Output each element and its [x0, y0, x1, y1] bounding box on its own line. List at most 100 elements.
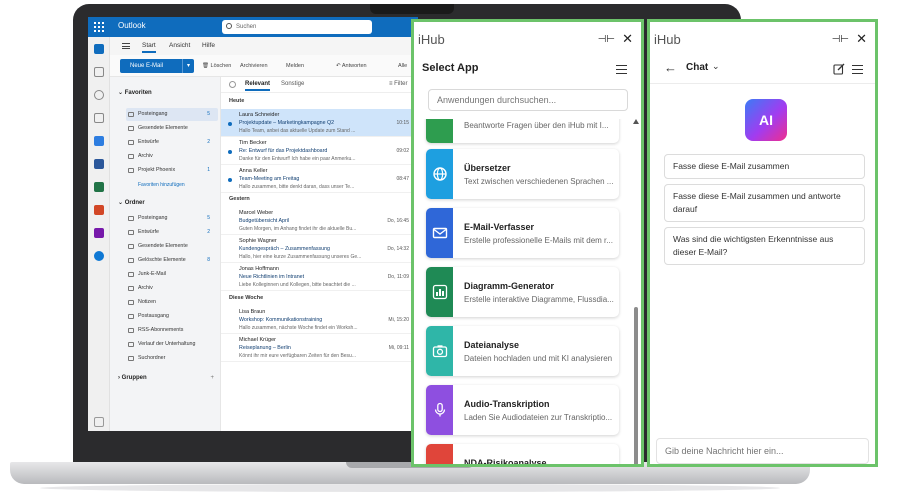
folder-item[interactable]: Verlauf der Unterhaltung [126, 338, 218, 351]
app-card-ihub-assistant[interactable]: Beantworte Fragen über den iHub mit I... [426, 119, 619, 143]
folder-item[interactable]: Postausgang [126, 310, 218, 323]
close-icon[interactable]: ✕ [622, 31, 633, 47]
new-mail-button[interactable]: Neue E-Mail ▾ [120, 59, 194, 73]
folder-item[interactable]: Gesendete Elemente [126, 240, 218, 253]
groups-header[interactable]: › Gruppen + [118, 375, 214, 381]
app-card-translator[interactable]: Übersetzer Text zwischen verschiedenen S… [426, 149, 619, 199]
tab-start[interactable]: Start [142, 42, 156, 53]
tab-sonstige[interactable]: Sonstige [281, 81, 304, 87]
chat-message-input[interactable] [656, 438, 869, 464]
attachment-icon[interactable] [94, 113, 104, 123]
excel-icon[interactable] [94, 182, 104, 192]
delete-button[interactable]: 🗑 Löschen [202, 63, 231, 69]
scrollbar-thumb[interactable] [634, 307, 638, 464]
message-preview: Hallo zusammen, nächste Woche findet ein… [239, 325, 358, 331]
app-card-nda-risk-analysis[interactable]: NDA-Risikoanalyse [426, 444, 619, 464]
mail-icon[interactable] [94, 44, 104, 54]
powerpoint-icon[interactable] [94, 205, 104, 215]
app-launcher-icon[interactable] [94, 22, 104, 32]
chevron-down-icon[interactable]: ▾ [182, 59, 194, 73]
suggestion-summarize-reply[interactable]: Fasse diese E-Mail zusammen und antworte… [664, 184, 865, 222]
laptop-shadow [40, 484, 780, 492]
message-sender: Sophie Wagner [239, 238, 277, 244]
app-card-file-analysis[interactable]: Dateianalyse Dateien hochladen und mit K… [426, 326, 619, 376]
outlook-search-box[interactable]: Suchen [222, 20, 372, 34]
suggestion-summarize[interactable]: Fasse diese E-Mail zusammen [664, 154, 865, 179]
favorite-item[interactable]: Gesendete Elemente [126, 122, 218, 135]
app-list-scrollbar[interactable] [631, 119, 641, 464]
folder-item[interactable]: Junk-E-Mail [126, 268, 218, 281]
message-sender: Tim Becker [239, 140, 267, 146]
add-group-icon[interactable]: + [210, 375, 214, 381]
hamburger-menu-icon[interactable] [122, 43, 130, 49]
calendar-icon[interactable] [94, 67, 104, 77]
edit-icon[interactable] [833, 62, 845, 75]
list-item[interactable]: Michael Krüger Reiseplanung – Berlin Mi, 0… [221, 334, 418, 362]
filter-button[interactable]: ≡ Filter [389, 81, 408, 87]
menu-icon[interactable] [852, 65, 863, 74]
reply-button[interactable]: ↶ Antworten [336, 63, 367, 69]
favorite-item[interactable]: Entwürfe 2 [126, 136, 218, 149]
stage: Outlook Suchen Start Ansicht Hilfe Neue … [0, 0, 900, 500]
message-list-tabs: Relevant Sonstige ≡ Filter [221, 77, 418, 93]
list-item[interactable]: Jonas Hoffmann Neue Richtlinien im Intran… [221, 263, 418, 291]
folders-header-label: Ordner [124, 200, 145, 206]
close-icon[interactable]: ✕ [856, 31, 867, 47]
app-card-diagram-generator[interactable]: Diagramm-Generator Erstelle interaktive … [426, 267, 619, 317]
onenote-icon[interactable] [94, 228, 104, 238]
word-icon[interactable] [94, 159, 104, 169]
folder-item[interactable]: Entwürfe 2 [126, 226, 218, 239]
people-icon[interactable] [94, 90, 104, 100]
favorite-item[interactable]: Posteingang 5 [126, 108, 218, 121]
list-item[interactable]: Lisa Braun Workshop: Kommunikationstraini… [221, 306, 418, 334]
list-item[interactable]: Laura Schneider Projektupdate – Marketing… [221, 109, 418, 137]
archive-icon [128, 154, 134, 159]
suggestion-key-insights[interactable]: Was sind die wichtigsten Erkenntnisse au… [664, 227, 865, 265]
archive-button[interactable]: Archivieren [240, 63, 268, 69]
favorite-item[interactable]: Projekt Phoenix 1 [126, 164, 218, 177]
app-search-input[interactable] [428, 89, 628, 111]
pin-icon[interactable]: ⊣⊢ [832, 34, 849, 45]
list-item[interactable]: Sophie Wagner Kundengespräch – Zusammenfa… [221, 235, 418, 263]
favorite-item[interactable]: Archiv [126, 150, 218, 163]
folder-item[interactable]: Archiv [126, 282, 218, 295]
folder-item[interactable]: Gelöschte Elemente 8 [126, 254, 218, 267]
app-name: Diagramm-Generator [464, 281, 555, 291]
folder-item[interactable]: Suchordner [126, 352, 218, 365]
chevron-down-icon[interactable]: ⌄ [712, 61, 720, 72]
panel-brand: iHub [418, 32, 445, 47]
folder-item[interactable]: RSS-Abonnements [126, 324, 218, 337]
tab-relevant[interactable]: Relevant [245, 81, 271, 91]
list-item[interactable]: Marcel Weber Budgetübersicht April Do, 16:… [221, 207, 418, 235]
tab-ansicht[interactable]: Ansicht [169, 42, 190, 49]
reply-all-button[interactable]: Alle [398, 63, 407, 69]
chat-title[interactable]: Chat [686, 62, 708, 73]
report-button[interactable]: Melden [286, 63, 304, 69]
list-item[interactable]: Tim Becker Re: Entwurf für das Projektdas… [221, 137, 418, 165]
folder-item[interactable]: Notizen [126, 296, 218, 309]
menu-icon[interactable] [616, 65, 627, 74]
outlook-app-rail [88, 37, 110, 431]
archive-label: Archivieren [240, 63, 268, 69]
app-card-audio-transcription[interactable]: Audio-Transkription Laden Sie Audiodatei… [426, 385, 619, 435]
app-card-email-writer[interactable]: E-Mail-Verfasser Erstelle professionelle… [426, 208, 619, 258]
add-favorite-link[interactable]: Favoriten hinzufügen [138, 182, 185, 188]
folder-label: Archiv [138, 285, 153, 291]
todo-icon[interactable] [94, 136, 104, 146]
select-all-icon[interactable] [229, 81, 236, 88]
folders-header[interactable]: ⌄ Ordner [118, 199, 145, 206]
new-mail-label: Neue E-Mail [130, 63, 164, 69]
message-preview: Hallo Team, anbei das aktuelle Update zu… [239, 128, 356, 134]
list-item[interactable]: Anna Keller Team-Meeting am Freitag 08:47 H… [221, 165, 418, 193]
chat-header: ← Chat ⌄ [650, 56, 875, 84]
scroll-up-arrow-icon[interactable] [633, 119, 639, 124]
pin-icon[interactable]: ⊣⊢ [598, 34, 615, 45]
onedrive-icon[interactable] [94, 251, 104, 261]
favorites-header[interactable]: ⌄ Favoriten [118, 89, 152, 96]
message-subject: Workshop: Kommunikationstraining [239, 317, 323, 323]
more-apps-icon[interactable] [94, 417, 104, 427]
folder-item[interactable]: Posteingang 5 [126, 212, 218, 225]
mail-icon [426, 208, 453, 258]
tab-hilfe[interactable]: Hilfe [202, 42, 215, 49]
back-arrow-icon[interactable]: ← [664, 60, 677, 75]
